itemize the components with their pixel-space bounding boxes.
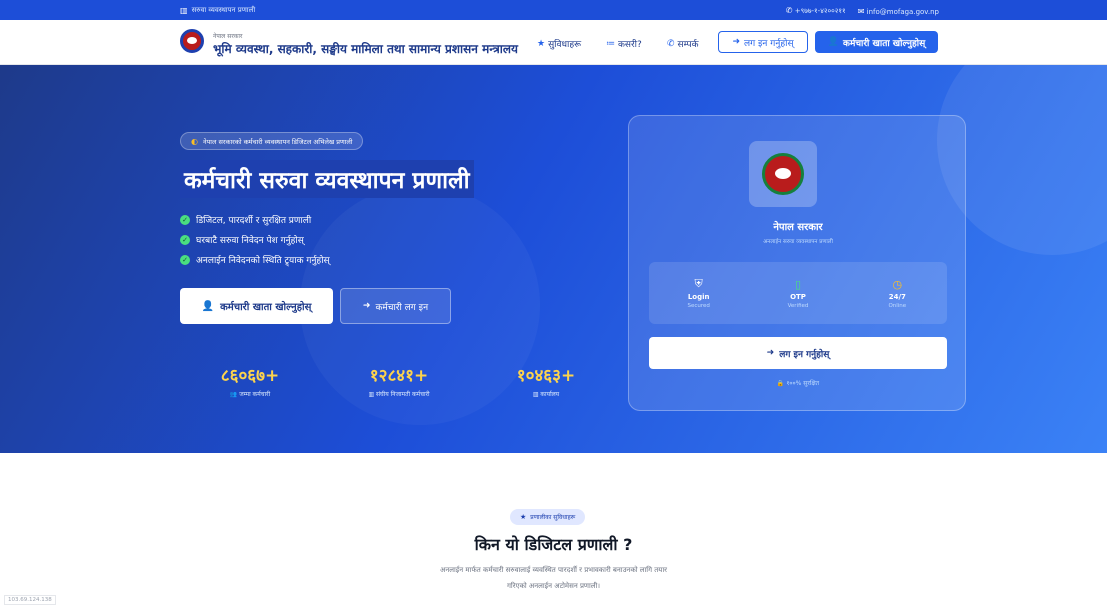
hero-feature-text: डिजिटल, पारदर्शी र सुरक्षित प्रणाली	[196, 216, 312, 226]
hero-open-account-button[interactable]: 👤 कर्मचारी खाता खोल्नुहोस्	[180, 288, 333, 324]
section-description: अनलाईन मार्फत कर्मचारी सरुवालाई व्यवस्थि…	[440, 566, 667, 574]
card-login-button[interactable]: ➜ लग इन गर्नुहोस्	[649, 337, 947, 369]
top-bar: ▥ सरुवा व्यवस्थापन प्रणाली ✆ +९७७-१-४२००…	[0, 0, 1107, 20]
card-feature-sub: Secured	[687, 303, 710, 309]
section-badge: ★ प्रणालीका सुविधाहरू	[510, 509, 586, 525]
open-account-button[interactable]: 👤 कर्मचारी खाता खोल्नुहोस्	[815, 31, 938, 53]
ip-address-label: 103.69.124.138	[4, 595, 56, 605]
check-circle-icon: ✓	[180, 254, 190, 265]
stat-label: ▥ संघीय निजामती कर्मचारी	[344, 390, 454, 398]
user-plus-icon: 👤	[827, 37, 840, 47]
card-subtitle: अनलाईन सरुवा व्यवस्थापन प्रणाली	[763, 239, 833, 245]
section-description: गरिएको अनलाईन अटोमेसन प्रणाली।	[506, 582, 601, 590]
hero-section: ◐ नेपाल सरकारको कर्मचारी व्यवस्थापन डिजि…	[0, 65, 1107, 453]
lock-icon: 🔒	[776, 380, 785, 387]
login-button-label: लग इन गर्नुहोस्	[743, 38, 794, 49]
card-feature-otp: ▯ OTP Verified	[748, 262, 847, 324]
stat-label-text: संघीय निजामती कर्मचारी	[376, 391, 430, 398]
card-feature-sub: Verified	[787, 302, 809, 309]
hero-feature-text: अनलाईन निवेदनको स्थिति ट्र्याक गर्नुहोस्	[196, 256, 330, 266]
nav-link-contact[interactable]: ✆ सम्पर्क	[667, 37, 699, 51]
shield-icon: ◐	[191, 136, 198, 146]
nav-link-label: सुविधाहरू	[548, 40, 582, 50]
card-login-label: लग इन गर्नुहोस्	[779, 349, 830, 360]
hero-feature-item: ✓ अनलाईन निवेदनको स्थिति ट्र्याक गर्नुहो…	[180, 253, 330, 266]
stat-value: १२८४१+	[369, 366, 429, 386]
building-icon: ▥	[368, 391, 375, 398]
star-icon: ★	[520, 513, 527, 521]
mobile-icon: ▯	[794, 277, 802, 291]
stat-label-text: कार्यालय	[540, 391, 560, 398]
brand-title[interactable]: भूमि व्यवस्था, सहकारी, सङ्घीय मामिला तथा…	[213, 40, 518, 57]
nepal-emblem-icon	[762, 153, 804, 195]
hero-employee-login-label: कर्मचारी लग इन	[375, 302, 429, 313]
users-icon: 👥	[229, 391, 238, 398]
card-feature-title: Login	[687, 293, 710, 301]
top-bar-title: सरुवा व्यवस्थापन प्रणाली	[191, 6, 256, 14]
user-plus-icon: 👤	[201, 300, 215, 312]
hero-feature-item: ✓ डिजिटल, पारदर्शी र सुरक्षित प्रणाली	[180, 213, 311, 226]
stat-total-employees: ८६०६७+ 👥 जम्मा कर्मचारी	[195, 363, 305, 398]
card-feature-title: 24/7	[888, 292, 906, 301]
main-nav: नेपाल सरकार भूमि व्यवस्था, सहकारी, सङ्घी…	[0, 20, 1107, 65]
top-bar-email[interactable]: ✉ info@mofaga.gov.np	[858, 7, 939, 16]
top-bar-phone[interactable]: ✆ +९७७-१-४२००२११	[786, 6, 846, 16]
hero-open-account-label: कर्मचारी खाता खोल्नुहोस्	[220, 302, 312, 313]
stat-value: ८६०६७+	[220, 366, 280, 386]
nav-link-label: कसरी?	[618, 40, 642, 50]
building-icon: ▥	[180, 6, 188, 15]
hero-feature-item: ✓ घरबाटै सरुवा निवेदन पेश गर्नुहोस्	[180, 233, 304, 246]
emblem-container	[749, 141, 817, 207]
stat-value: १०४६३+	[516, 366, 576, 386]
office-icon: ▥	[532, 391, 539, 398]
card-feature-sub: Online	[888, 302, 907, 309]
card-feature-strip: ⛨ Login Secured ▯ OTP Verified ◷ 24/7 On…	[649, 262, 947, 324]
card-feature-title: OTP	[790, 292, 806, 301]
sign-in-icon: ➜	[362, 301, 371, 311]
stat-federal-employees: १२८४१+ ▥ संघीय निजामती कर्मचारी	[344, 363, 454, 398]
sign-in-icon: ➜	[732, 37, 740, 47]
section-badge-text: प्रणालीका सुविधाहरू	[530, 514, 576, 521]
open-account-label: कर्मचारी खाता खोल्नुहोस्	[843, 38, 926, 49]
hero-badge: ◐ नेपाल सरकारको कर्मचारी व्यवस्थापन डिजि…	[180, 132, 364, 150]
top-bar-contact: ✆ +९७७-१-४२००२११ ✉ info@mofaga.gov.np	[786, 6, 939, 16]
nav-link-how[interactable]: ≔ कसरी?	[606, 37, 642, 51]
envelope-icon: ✉	[857, 6, 865, 16]
card-feature-online: ◷ 24/7 Online	[848, 262, 947, 324]
government-logo[interactable]	[180, 29, 204, 53]
hero-title: कर्मचारी सरुवा व्यवस्थापन प्रणाली	[180, 160, 474, 198]
top-bar-left: ▥ सरुवा व्यवस्थापन प्रणाली	[180, 6, 255, 15]
clock-icon: ◷	[892, 277, 903, 291]
login-card: नेपाल सरकार अनलाईन सरुवा व्यवस्थापन प्रण…	[628, 115, 966, 411]
nav-link-label: सम्पर्क	[677, 40, 699, 50]
stat-offices: १०४६३+ ▥ कार्यालय	[491, 363, 601, 398]
hero-feature-text: घरबाटै सरुवा निवेदन पेश गर्नुहोस्	[196, 236, 304, 246]
card-feature-login: ⛨ Login Secured	[649, 262, 748, 324]
star-icon: ★	[537, 38, 546, 49]
secure-note: 🔒 १००% सुरक्षित	[629, 379, 967, 387]
card-title: नेपाल सरकार	[773, 222, 823, 233]
email-text: info@mofaga.gov.np	[866, 7, 939, 16]
list-icon: ≔	[606, 38, 615, 49]
phone-icon: ✆	[785, 6, 793, 15]
brand-subtitle: नेपाल सरकार	[213, 33, 243, 40]
phone-text: +९७७-१-४२००२११	[794, 7, 846, 15]
nav-link-features[interactable]: ★ सुविधाहरू	[537, 37, 582, 51]
phone-icon: ✆	[667, 38, 675, 49]
hero-badge-text: नेपाल सरकारको कर्मचारी व्यवस्थापन डिजिटल…	[202, 137, 353, 146]
hero-employee-login-button[interactable]: ➜ कर्मचारी लग इन	[340, 288, 451, 324]
secure-note-text: १००% सुरक्षित	[786, 380, 820, 387]
section-title: किन यो डिजिटल प्रणाली ?	[474, 535, 633, 554]
check-circle-icon: ✓	[180, 234, 190, 245]
sign-in-icon: ➜	[766, 348, 775, 358]
stat-label: ▥ कार्यालय	[491, 390, 601, 398]
stat-label: 👥 जम्मा कर्मचारी	[195, 390, 305, 398]
stat-label-text: जम्मा कर्मचारी	[239, 391, 271, 398]
check-circle-icon: ✓	[180, 214, 190, 225]
shield-icon: ⛨	[694, 277, 703, 290]
login-button[interactable]: ➜ लग इन गर्नुहोस्	[718, 31, 808, 53]
